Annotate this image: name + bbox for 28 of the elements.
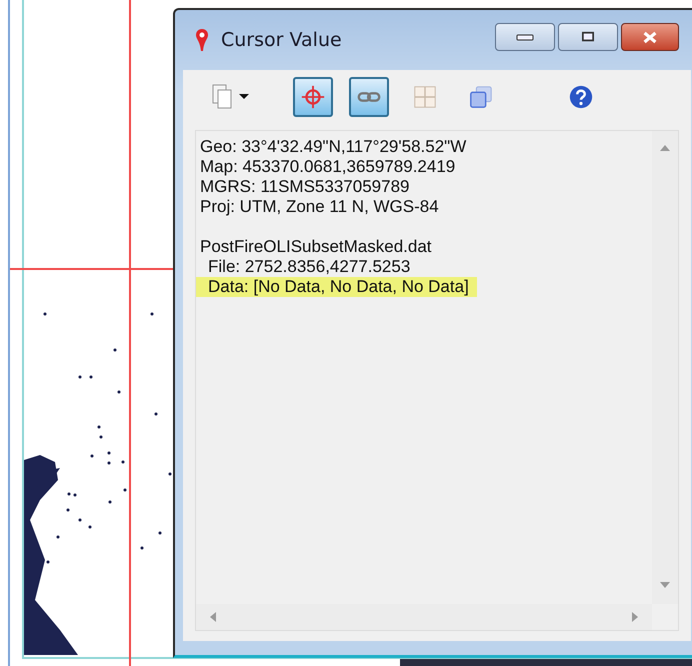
crosshair-button[interactable]: [293, 77, 333, 117]
coordinate-text: Geo: 33°4'32.49"N,117°29'58.52"W: [200, 137, 466, 157]
coordinate-text: Proj: UTM, Zone 11 N, WGS-84: [200, 197, 439, 217]
dataset-value-text: File: 2752.8356,4277.5253: [207, 257, 412, 277]
vertical-scrollbar[interactable]: [652, 131, 678, 604]
minimize-button[interactable]: [495, 23, 555, 51]
layers-icon: [468, 84, 494, 110]
coordinate-text: MGRS: 11SMS5337059789: [200, 177, 410, 197]
dataset-name: PostFireOLISubsetMasked.dat: [200, 237, 432, 257]
window-title: Cursor Value: [221, 29, 343, 51]
minimize-icon: [515, 32, 535, 42]
maximize-icon: [579, 31, 597, 43]
close-button[interactable]: [621, 23, 679, 51]
scroll-left-icon[interactable]: [210, 612, 216, 622]
crosshair-icon: [300, 84, 326, 110]
map-pin-icon: [195, 28, 209, 52]
grid-icon: [412, 84, 438, 110]
help-icon: [568, 84, 594, 110]
dataset-value-text: Data: [No Data, No Data, No Data]: [196, 277, 477, 297]
scroll-right-icon[interactable]: [632, 612, 638, 622]
scroll-down-icon[interactable]: [660, 582, 670, 588]
horizontal-scrollbar[interactable]: [196, 604, 652, 630]
maximize-button[interactable]: [558, 23, 618, 51]
copy-icon: [210, 83, 250, 111]
link-button[interactable]: [349, 77, 389, 117]
coordinate-text: Map: 453370.0681,3659789.2419: [200, 157, 456, 177]
scroll-up-icon[interactable]: [660, 145, 670, 151]
close-icon: [641, 30, 659, 44]
